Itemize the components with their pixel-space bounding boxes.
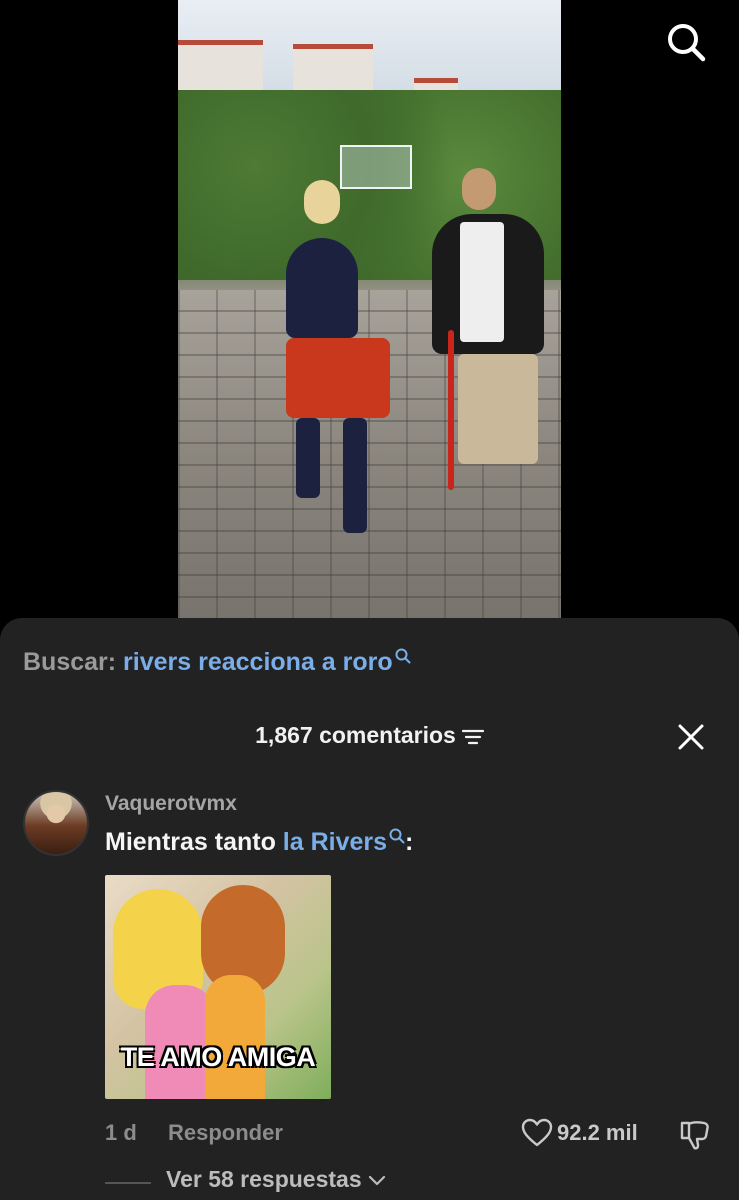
comment-time: 1 d bbox=[105, 1120, 137, 1145]
woman-leg bbox=[343, 418, 367, 533]
replies-divider bbox=[105, 1182, 151, 1184]
avatar[interactable] bbox=[23, 790, 89, 856]
man-shirt bbox=[460, 222, 504, 342]
view-replies-button[interactable]: Ver 58 respuestas bbox=[166, 1166, 386, 1193]
woman-shorts bbox=[286, 338, 390, 418]
search-icon[interactable] bbox=[664, 20, 708, 64]
comment-text-suffix: : bbox=[405, 828, 414, 856]
search-icon bbox=[389, 828, 405, 844]
search-icon bbox=[395, 648, 411, 664]
comment-search-link[interactable]: la Rivers bbox=[283, 828, 387, 856]
heart-icon[interactable] bbox=[521, 1118, 553, 1148]
reply-button[interactable]: Responder bbox=[168, 1120, 283, 1146]
like-count: 92.2 mil bbox=[557, 1120, 638, 1145]
comment-text: Mientras tanto la Rivers : bbox=[105, 828, 413, 857]
search-button[interactable] bbox=[664, 20, 708, 64]
woman-leg bbox=[296, 418, 320, 498]
filter-icon[interactable] bbox=[461, 728, 484, 746]
close-comments-button[interactable] bbox=[676, 722, 706, 752]
basketball-hoop bbox=[340, 145, 412, 189]
video-building bbox=[178, 40, 263, 95]
comments-sheet: Buscar: rivers reacciona a roro 1,867 co… bbox=[0, 618, 739, 1200]
search-suggestion[interactable]: Buscar: rivers reacciona a roro bbox=[23, 648, 411, 677]
comment-text-prefix: Mientras tanto bbox=[105, 828, 283, 856]
search-suggestion-label: Buscar: bbox=[23, 648, 117, 676]
comment-username[interactable]: Vaquerotvmx bbox=[105, 792, 237, 816]
view-replies-label: Ver 58 respuestas bbox=[166, 1166, 362, 1192]
man-pants bbox=[458, 354, 538, 464]
comments-count-header[interactable]: 1,867 comentarios bbox=[0, 722, 739, 749]
red-staff bbox=[448, 330, 454, 490]
comment-meta: 1 d Responder 92.2 mil bbox=[0, 1118, 739, 1152]
man-head bbox=[462, 168, 496, 210]
dislike-button[interactable] bbox=[678, 1118, 712, 1152]
comment-image[interactable]: TE AMO AMIGA bbox=[105, 875, 331, 1099]
like-button[interactable]: 92.2 mil bbox=[521, 1118, 638, 1150]
video-frame[interactable] bbox=[178, 0, 561, 620]
thumbs-down-icon[interactable] bbox=[678, 1118, 712, 1152]
woman-head bbox=[304, 180, 340, 224]
close-icon[interactable] bbox=[676, 722, 706, 752]
woman-torso bbox=[286, 238, 358, 338]
meme-caption: TE AMO AMIGA bbox=[120, 1042, 316, 1072]
meme-character-dress bbox=[205, 975, 265, 1099]
comments-count: 1,867 comentarios bbox=[255, 722, 456, 748]
chevron-down-icon bbox=[368, 1175, 386, 1186]
search-suggestion-term[interactable]: rivers reacciona a roro bbox=[123, 648, 393, 676]
video-player[interactable] bbox=[0, 0, 739, 640]
